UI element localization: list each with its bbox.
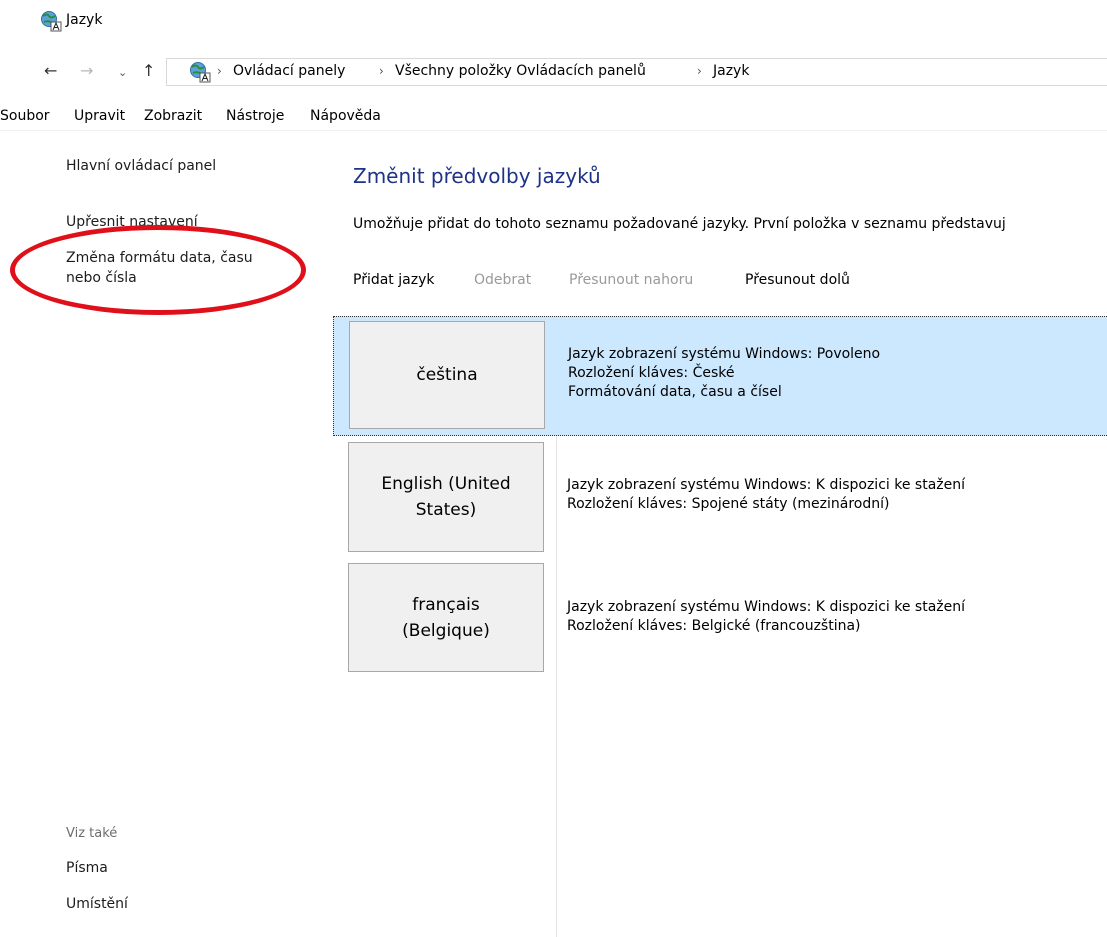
annotation-highlight-ellipse [10,225,306,315]
breadcrumb-control-panel[interactable]: Ovládací panely [233,63,345,79]
format-info: Formátování data, času a čísel [568,384,782,400]
control-panel-window: Jazyk ← → ⌄ ↑ › Ovládací panely › Všechn… [0,0,1107,937]
page-description: Umožňuje přidat do tohoto seznamu požado… [353,216,1006,232]
menu-file[interactable]: Soubor [0,108,50,124]
language-name-line1: English (United [381,474,511,494]
language-details: Jazyk zobrazení systému Windows: K dispo… [567,598,965,636]
language-details: Jazyk zobrazení systému Windows: Povolen… [568,345,880,402]
language-name: čeština [416,365,478,385]
language-details: Jazyk zobrazení systému Windows: K dispo… [567,476,965,514]
language-row-french-belgium[interactable]: français (Belgique) Jazyk zobrazení syst… [333,560,1107,678]
display-language-status: Jazyk zobrazení systému Windows: K dispo… [567,477,965,493]
menu-view[interactable]: Zobrazit [144,108,202,124]
language-row-english-us[interactable]: English (United States) Jazyk zobrazení … [333,438,1107,556]
window-title: Jazyk [66,12,103,28]
sidebar-link-change-format-line1[interactable]: Změna formátu data, času [66,248,253,268]
language-row-czech[interactable]: čeština Jazyk zobrazení systému Windows:… [333,316,1107,436]
keyboard-layout: Rozložení kláves: České [568,365,735,381]
add-language-button[interactable]: Přidat jazyk [353,272,434,288]
sidebar-link-fonts[interactable]: Písma [66,858,108,878]
language-tile-czech[interactable]: čeština [349,321,545,429]
menu-help[interactable]: Nápověda [310,108,381,124]
language-globe-icon [41,11,62,32]
sidebar-link-change-format-line2[interactable]: nebo čísla [66,268,137,288]
address-field[interactable]: › Ovládací panely › Všechny položky Ovlá… [166,58,1107,86]
control-panel-location-icon [190,62,211,83]
menu-bar: Soubor Upravit Zobrazit Nástroje Nápověd… [0,100,1107,131]
menu-tools[interactable]: Nástroje [226,108,284,124]
back-arrow-icon[interactable]: ← [44,60,57,82]
see-also-caption: Viz také [66,826,118,841]
language-name-line1: français [412,594,480,615]
address-bar: ← → ⌄ ↑ › Ovládací panely › Všechny polo… [0,56,1107,88]
language-tile-french-belgium[interactable]: français (Belgique) [348,563,544,672]
title-bar: Jazyk [0,0,1107,46]
move-down-button[interactable]: Přesunout dolů [745,272,850,288]
forward-arrow-icon[interactable]: → [80,60,93,82]
breadcrumb-all-items[interactable]: Všechny položky Ovládacích panelů [395,63,646,79]
remove-language-button[interactable]: Odebrat [474,272,531,288]
sidebar-link-control-panel-home[interactable]: Hlavní ovládací panel [66,156,216,176]
keyboard-layout: Rozložení kláves: Belgické (francouzštin… [567,618,861,634]
language-name-line2: (Belgique) [402,620,490,641]
display-language-status: Jazyk zobrazení systému Windows: K dispo… [567,599,965,615]
breadcrumb-separator-icon[interactable]: › [379,64,384,78]
sidebar-link-location[interactable]: Umístění [66,894,128,914]
page-title: Změnit předvolby jazyků [353,164,601,188]
recent-locations-chevron-icon[interactable]: ⌄ [118,62,127,84]
up-arrow-icon[interactable]: ↑ [142,60,155,82]
language-tile-english-us[interactable]: English (United States) [348,442,544,552]
keyboard-layout: Rozložení kláves: Spojené státy (mezinár… [567,496,890,512]
breadcrumb-language[interactable]: Jazyk [713,63,749,79]
breadcrumb-separator-icon[interactable]: › [697,64,702,78]
move-up-button[interactable]: Přesunout nahoru [569,272,693,288]
sidebar-link-advanced-settings[interactable]: Upřesnit nastavení [66,212,198,232]
menu-edit[interactable]: Upravit [74,108,125,124]
display-language-status: Jazyk zobrazení systému Windows: Povolen… [568,346,881,362]
breadcrumb-separator-icon[interactable]: › [217,64,222,78]
language-name-line2: States) [415,500,477,520]
